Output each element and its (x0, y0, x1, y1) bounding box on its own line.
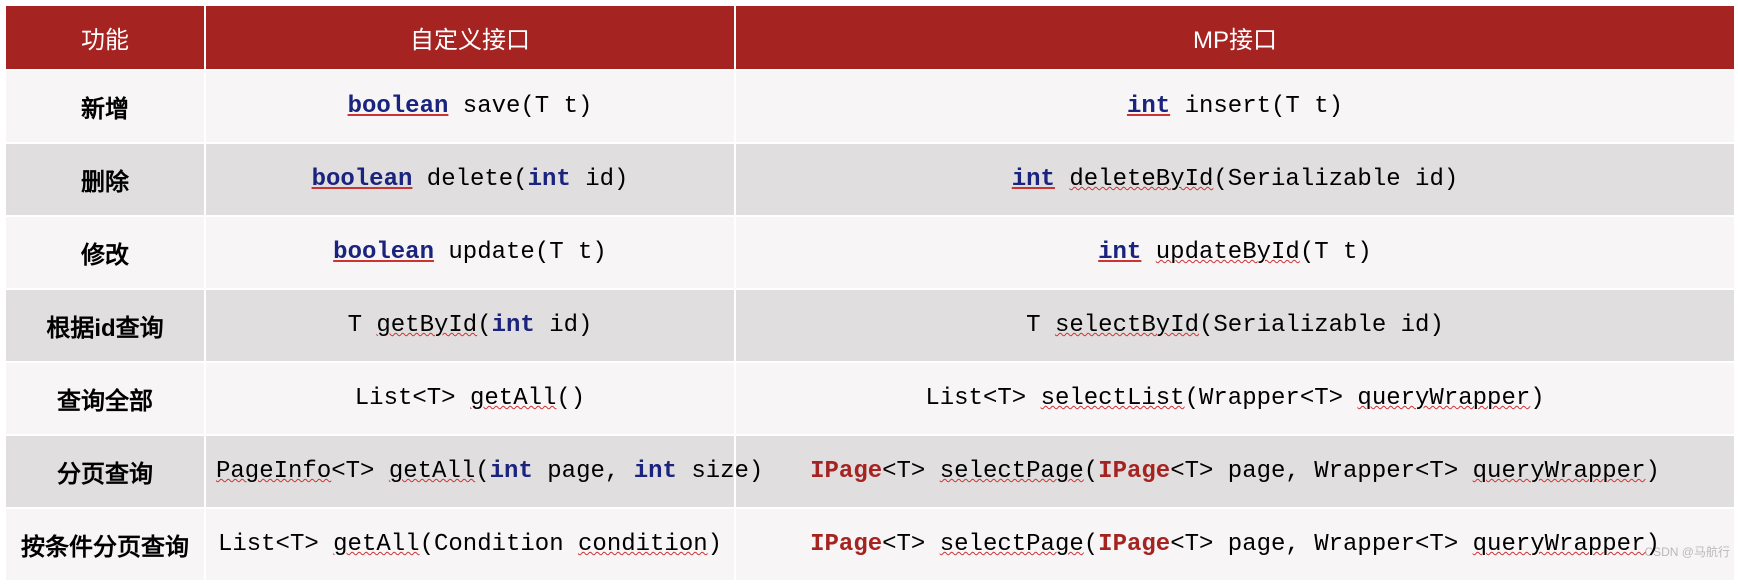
table-row: 按条件分页查询List<T> getAll(Condition conditio… (5, 508, 1735, 581)
mp-api-cell: List<T> selectList(Wrapper<T> queryWrapp… (735, 362, 1735, 435)
mp-api-cell: int insert(T t) (735, 70, 1735, 143)
mp-api-cell: IPage<T> selectPage(IPage<T> page, Wrapp… (735, 508, 1735, 581)
feature-cell: 按条件分页查询 (5, 508, 205, 581)
comparison-table: 功能 自定义接口 MP接口 新增boolean save(T t)int ins… (4, 4, 1736, 582)
mp-api-cell: IPage<T> selectPage(IPage<T> page, Wrapp… (735, 435, 1735, 508)
header-mp: MP接口 (735, 5, 1735, 70)
feature-cell: 删除 (5, 143, 205, 216)
watermark: CSDN @马航行 (1644, 543, 1730, 560)
feature-cell: 查询全部 (5, 362, 205, 435)
custom-api-cell: boolean update(T t) (205, 216, 735, 289)
table-row: 新增boolean save(T t)int insert(T t) (5, 70, 1735, 143)
custom-api-cell: boolean delete(int id) (205, 143, 735, 216)
table-row: 删除boolean delete(int id)int deleteById(S… (5, 143, 1735, 216)
header-custom: 自定义接口 (205, 5, 735, 70)
custom-api-cell: List<T> getAll() (205, 362, 735, 435)
feature-cell: 根据id查询 (5, 289, 205, 362)
table-row: 分页查询PageInfo<T> getAll(int page, int siz… (5, 435, 1735, 508)
mp-api-cell: int deleteById(Serializable id) (735, 143, 1735, 216)
header-feature: 功能 (5, 5, 205, 70)
feature-cell: 分页查询 (5, 435, 205, 508)
mp-api-cell: T selectById(Serializable id) (735, 289, 1735, 362)
table-header-row: 功能 自定义接口 MP接口 (5, 5, 1735, 70)
mp-api-cell: int updateById(T t) (735, 216, 1735, 289)
custom-api-cell: PageInfo<T> getAll(int page, int size) (205, 435, 735, 508)
feature-cell: 修改 (5, 216, 205, 289)
table-row: 查询全部List<T> getAll()List<T> selectList(W… (5, 362, 1735, 435)
feature-cell: 新增 (5, 70, 205, 143)
custom-api-cell: List<T> getAll(Condition condition) (205, 508, 735, 581)
table-row: 根据id查询T getById(int id)T selectById(Seri… (5, 289, 1735, 362)
table-row: 修改boolean update(T t)int updateById(T t) (5, 216, 1735, 289)
custom-api-cell: T getById(int id) (205, 289, 735, 362)
custom-api-cell: boolean save(T t) (205, 70, 735, 143)
